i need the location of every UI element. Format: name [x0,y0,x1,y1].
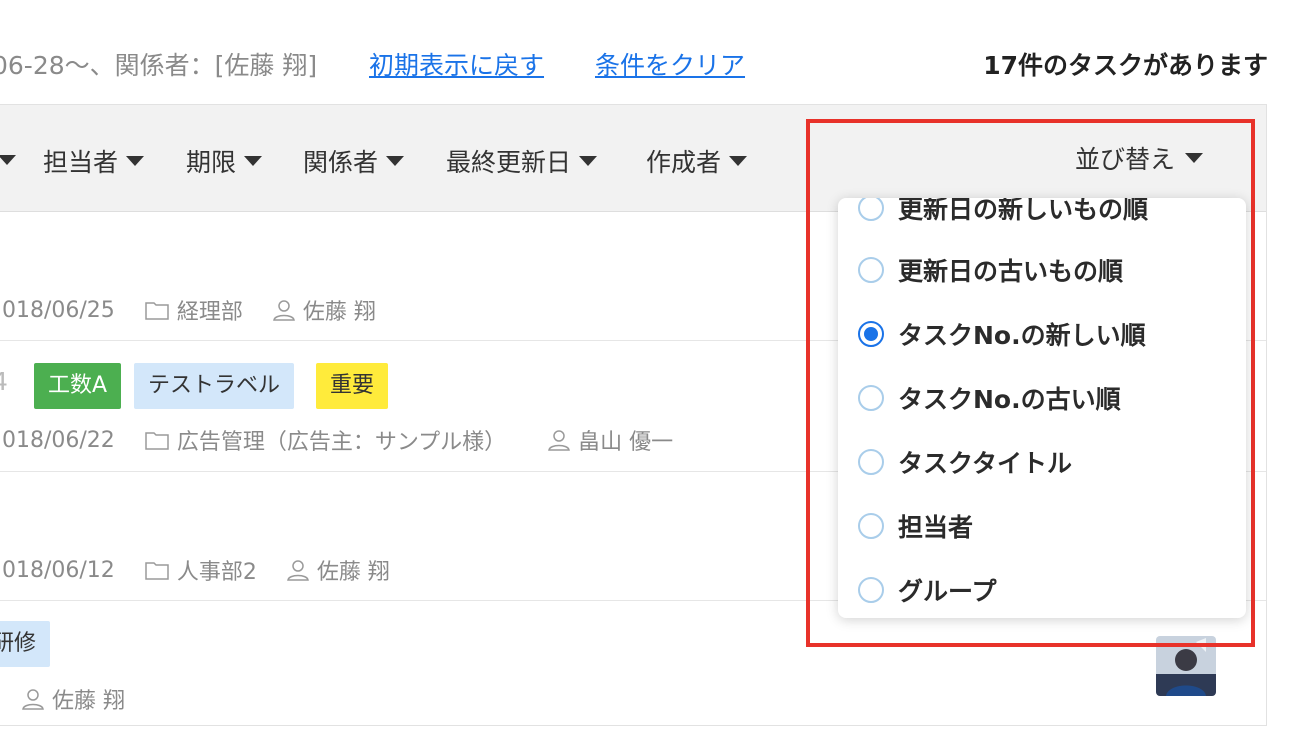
filter-last-updated-label: 最終更新日 [446,148,572,177]
task-group: 経理部 [176,300,243,325]
task-count: 17件のタスクがあります [983,51,1268,80]
chevron-down-icon [1185,153,1204,163]
person-icon [272,300,295,321]
label-badge: 工数A [34,363,122,409]
task-group: 人事部2 [176,560,257,585]
person-icon [548,430,571,451]
reset-filter-link[interactable]: 初期表示に戻す [369,46,544,82]
sort-option-task-title[interactable]: タスクタイトル [858,442,1072,482]
task-labels: 工数A テストラベル 重要 [0,363,418,409]
task-meta: 2018/06/22 広告管理（広告主：サンプル様） 畠山 優一 [0,424,703,456]
task-date: 2018/06/22 [0,427,115,453]
folder-icon [145,302,169,320]
sort-option-assignee[interactable]: 担当者 [858,506,973,546]
sort-option-group[interactable]: グループ [858,570,997,610]
task-date: 2018/06/12 [0,557,115,583]
filter-related-person[interactable]: 関係者 [303,143,405,179]
radio-button[interactable] [858,513,884,539]
radio-button-selected[interactable] [858,321,884,347]
sort-option-label: タスクNo.の古い順 [898,385,1121,414]
sort-option-updated-oldest[interactable]: 更新日の古いもの順 [858,250,1123,290]
chevron-down-icon [386,156,405,166]
radio-button[interactable] [858,449,884,475]
filter-assignee-label: 担当者 [43,148,119,177]
label-badge: テストラベル [134,363,295,409]
folder-icon [145,432,169,450]
filter-last-updated[interactable]: 最終更新日 [446,143,598,179]
task-person: 佐藤 翔 [52,689,125,714]
task-meta: 佐藤 翔 [22,683,155,715]
person-icon [286,560,309,581]
sort-option-label: 更新日の古いもの順 [898,257,1124,286]
sort-option-task-no-oldest[interactable]: タスクNo.の古い順 [858,378,1121,418]
task-date: 2018/06/25 [0,297,115,323]
radio-button[interactable] [858,198,884,221]
sort-label: 並び替え [1075,145,1176,174]
radio-button[interactable] [858,385,884,411]
sort-option-label: グループ [898,577,997,606]
task-person: 畠山 優一 [578,430,674,455]
radio-button[interactable] [858,257,884,283]
sort-option-task-no-newest[interactable]: タスクNo.の新しい順 [858,314,1146,354]
chevron-down-icon [126,156,145,166]
task-group: 広告管理（広告主：サンプル様） [176,430,507,455]
label-badge: 研修 [0,621,51,667]
sort-option-label: 更新日の新しいもの順 [898,198,1149,224]
filter-due-date[interactable]: 期限 [186,143,263,179]
task-person: 佐藤 翔 [302,300,376,325]
radio-button[interactable] [858,577,884,603]
sort-option-updated-newest[interactable]: 更新日の新しいもの順 [858,198,1148,228]
task-labels: 研修 [0,621,78,667]
folder-icon [145,562,169,580]
task-person: 佐藤 翔 [316,560,390,585]
sort-option-label: 担当者 [898,513,974,542]
chevron-down-icon[interactable] [0,155,16,165]
filter-assignee[interactable]: 担当者 [43,143,145,179]
filter-related-person-label: 関係者 [303,148,379,177]
filter-due-date-label: 期限 [186,148,237,177]
chevron-down-icon [729,156,748,166]
sort-option-label: タスクタイトル [898,449,1073,478]
person-icon [22,689,44,710]
clear-filter-link[interactable]: 条件をクリア [595,46,745,82]
task-meta: 2018/06/25 経理部 佐藤 翔 [0,294,406,326]
filter-creator[interactable]: 作成者 [646,143,748,179]
sort-dropdown-toggle[interactable]: 並び替え [1075,140,1204,176]
label-badge: 重要 [316,363,389,409]
task-meta: 2018/06/12 人事部2 佐藤 翔 [0,554,420,586]
chevron-down-icon [579,156,598,166]
chevron-down-icon [244,156,263,166]
filter-creator-label: 作成者 [646,148,722,177]
sort-menu: 更新日の新しいもの順 更新日の古いもの順 タスクNo.の新しい順 タスクNo.の… [838,198,1246,618]
filter-summary-text: 06-28〜、関係者：[佐藤 翔] [0,51,318,80]
sort-option-label: タスクNo.の新しい順 [898,321,1146,350]
